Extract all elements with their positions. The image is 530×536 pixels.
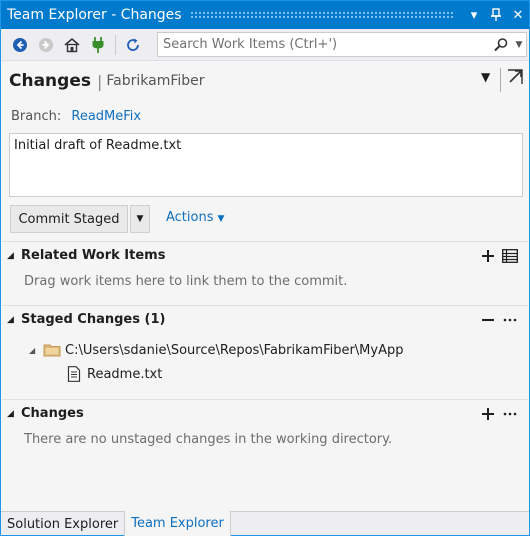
- toolbar: ▼: [1, 29, 529, 61]
- tab-solution-explorer[interactable]: Solution Explorer: [1, 512, 124, 536]
- staged-changes-header[interactable]: ◢ Staged Changes (1): [7, 312, 165, 327]
- folder-expand-icon[interactable]: ◢: [29, 346, 43, 355]
- commit-options-dropdown[interactable]: ▼: [130, 205, 150, 233]
- search-work-items-box[interactable]: ▼: [157, 32, 527, 57]
- staged-file-row[interactable]: Readme.txt: [65, 366, 162, 382]
- back-button[interactable]: [7, 32, 33, 58]
- close-button[interactable]: ✕: [507, 4, 529, 26]
- changes-header[interactable]: ◢ Changes: [7, 406, 84, 421]
- branch-link[interactable]: ReadMeFix: [71, 109, 141, 124]
- refresh-button[interactable]: [120, 32, 146, 58]
- actions-menu[interactable]: Actions ▼: [166, 210, 224, 225]
- file-icon: [65, 366, 83, 382]
- staged-more-options-button[interactable]: [502, 312, 518, 328]
- chevron-down-icon: ▼: [217, 214, 225, 224]
- plug-icon: [92, 36, 104, 53]
- pin-icon: [491, 8, 501, 21]
- title-bar[interactable]: Team Explorer - Changes ▾ ✕: [1, 1, 529, 29]
- expand-triangle-icon: ◢: [7, 250, 14, 261]
- page-header: Changes | FabrikamFiber ▼: [1, 62, 529, 100]
- header-separator: [500, 68, 501, 92]
- staged-folder-row[interactable]: ◢ C:\Users\sdanie\Source\Repos\FabrikamF…: [29, 342, 404, 358]
- add-work-item-button[interactable]: [480, 248, 496, 264]
- related-work-items-tools: [480, 248, 518, 264]
- search-options-dropdown[interactable]: ▼: [512, 40, 526, 50]
- expand-triangle-icon: ◢: [7, 408, 14, 419]
- connect-button[interactable]: [85, 32, 111, 58]
- plus-icon: [482, 250, 494, 262]
- title-grip[interactable]: [189, 11, 455, 19]
- project-name: FabrikamFiber: [106, 73, 205, 89]
- search-button[interactable]: [490, 37, 512, 53]
- back-arrow-icon: [13, 37, 27, 52]
- forward-button[interactable]: [33, 32, 59, 58]
- window-title: Team Explorer - Changes: [7, 7, 182, 23]
- toolbar-separator: [115, 34, 116, 55]
- section-divider: [2, 305, 528, 306]
- stage-all-button[interactable]: [480, 406, 496, 422]
- page-navigation-dropdown[interactable]: ▼: [481, 70, 490, 84]
- pin-button[interactable]: [485, 4, 507, 26]
- folder-icon: [43, 342, 61, 358]
- list-icon: [502, 249, 518, 263]
- changes-tools: [480, 406, 518, 422]
- expand-triangle-icon: ◢: [7, 314, 14, 325]
- forward-arrow-icon: [39, 37, 53, 52]
- branch-label: Branch:: [11, 109, 62, 124]
- section-divider: [2, 241, 528, 242]
- refresh-icon: [127, 38, 139, 51]
- minus-icon: [482, 319, 494, 321]
- more-icon: [503, 318, 517, 322]
- staged-file-name: Readme.txt: [87, 366, 163, 382]
- branch-info: Branch: ReadMeFix: [11, 109, 141, 124]
- search-work-items-input[interactable]: [158, 33, 490, 56]
- home-icon: [64, 37, 80, 52]
- tab-team-explorer[interactable]: Team Explorer: [124, 511, 231, 536]
- commit-staged-button[interactable]: Commit Staged: [10, 205, 128, 233]
- changes-hint: There are no unstaged changes in the wor…: [24, 432, 393, 447]
- unstage-all-button[interactable]: [480, 312, 496, 328]
- undock-button[interactable]: [505, 67, 525, 87]
- bottom-tab-strip: Solution Explorer Team Explorer: [1, 511, 529, 536]
- staged-folder-path: C:\Users\sdanie\Source\Repos\FabrikamFib…: [65, 342, 404, 358]
- search-icon: [494, 37, 508, 51]
- related-work-items-title: Related Work Items: [21, 248, 166, 263]
- title-separator: |: [96, 71, 103, 91]
- query-work-items-button[interactable]: [502, 248, 518, 264]
- related-work-items-header[interactable]: ◢ Related Work Items: [7, 248, 165, 263]
- team-explorer-window: Team Explorer - Changes ▾ ✕ Search Work …: [0, 0, 530, 536]
- pop-out-icon: [508, 69, 523, 84]
- changes-more-options-button[interactable]: [502, 406, 518, 422]
- section-divider: [2, 399, 528, 400]
- staged-changes-title: Staged Changes (1): [21, 312, 166, 327]
- changes-title: Changes: [21, 406, 84, 421]
- page-title: Changes: [9, 71, 91, 91]
- commit-message-input[interactable]: [9, 133, 523, 197]
- window-dropdown-button[interactable]: ▾: [463, 4, 485, 26]
- staged-changes-tools: [480, 312, 518, 328]
- plus-icon: [482, 408, 494, 420]
- related-work-items-hint: Drag work items here to link them to the…: [24, 274, 348, 289]
- actions-label: Actions: [166, 210, 214, 225]
- home-button[interactable]: [59, 32, 85, 58]
- more-icon: [503, 412, 517, 416]
